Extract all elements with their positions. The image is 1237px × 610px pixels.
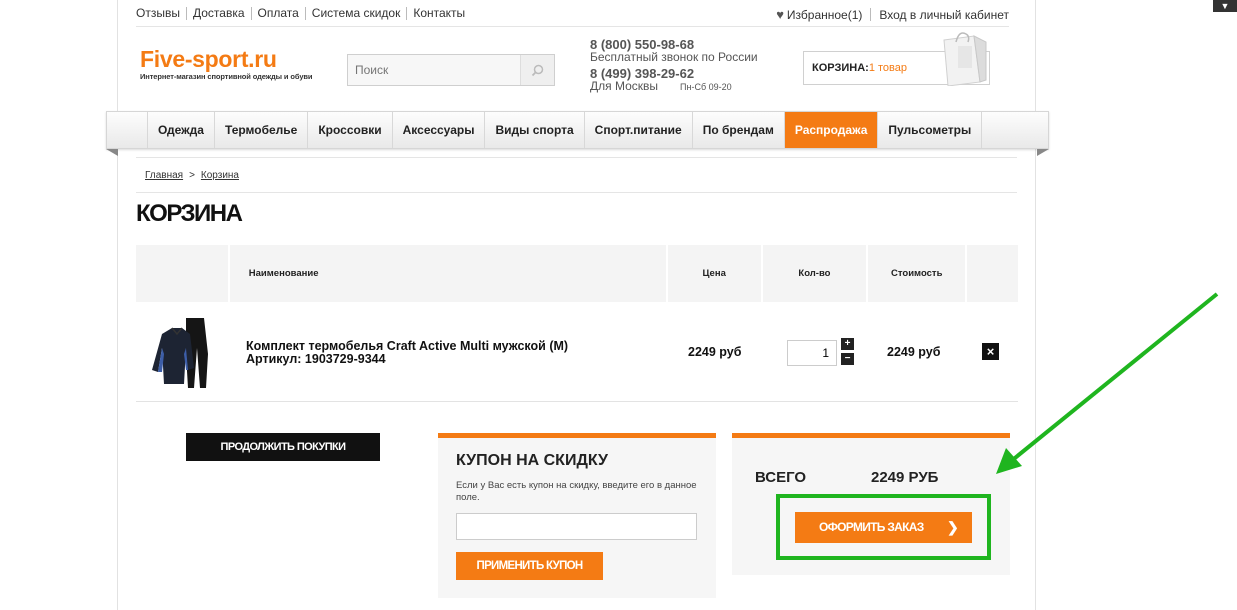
page: Отзывы Доставка Оплата Система скидок Ко… xyxy=(0,0,1237,610)
chevron-down-icon[interactable]: ▼ xyxy=(1213,0,1237,12)
pointer-arrow-icon xyxy=(996,292,1219,474)
